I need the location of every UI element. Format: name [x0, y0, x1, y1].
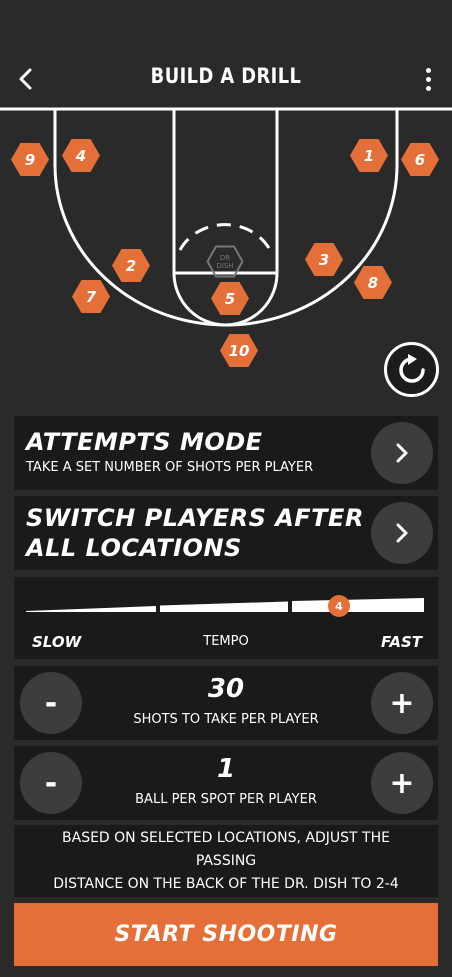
court-spot-10[interactable]: 10 [220, 334, 258, 367]
note-line2: DISTANCE ON THE BACK OF THE DR. DISH TO … [53, 875, 399, 892]
tempo-fast-label: FAST [381, 633, 422, 651]
shots-counter-card: - 30 SHOTS TO TAKE PER PLAYER + [14, 666, 438, 740]
court-spot-9[interactable]: 9 [11, 143, 49, 176]
court-spot-2[interactable]: 2 [112, 249, 150, 282]
attempts-mode-card[interactable]: ATTEMPTS MODE TAKE A SET NUMBER OF SHOTS… [14, 416, 438, 490]
court-spot-5[interactable]: 5 [211, 282, 249, 315]
shots-increment-button[interactable]: + [371, 672, 433, 734]
dr-dish-marker: DR DISH [206, 245, 244, 278]
court-spot-4[interactable]: 4 [62, 139, 100, 172]
spot-number: 5 [224, 289, 236, 308]
header: BUILD A DRILL [0, 50, 452, 108]
court-spot-8[interactable]: 8 [354, 266, 392, 299]
switch-players-next-button[interactable] [371, 502, 433, 564]
court-diagram: DR DISH 9 4 1 6 2 3 7 8 5 10 [0, 105, 452, 405]
spot-number: 1 [363, 146, 375, 165]
court-spot-6[interactable]: 6 [401, 143, 439, 176]
spot-number: 6 [414, 150, 426, 169]
tempo-slider-track[interactable] [26, 597, 426, 615]
dish-label-line1: DR [219, 253, 231, 262]
spot-number: 10 [228, 341, 250, 360]
more-dot-icon [425, 85, 431, 91]
spot-number: 9 [24, 150, 36, 169]
spot-number: 7 [85, 287, 97, 306]
spot-number: 2 [125, 256, 137, 275]
page-title: BUILD A DRILL [150, 64, 302, 88]
chevron-right-icon [396, 443, 408, 463]
more-options-button[interactable] [418, 64, 438, 94]
spot-number: 8 [367, 273, 379, 292]
note-line1: BASED ON SELECTED LOCATIONS, ADJUST THE … [62, 829, 390, 869]
balls-counter-card: - 1 BALL PER SPOT PER PLAYER + [14, 746, 438, 820]
more-dot-icon [425, 67, 431, 73]
switch-players-card[interactable]: SWITCH PLAYERS AFTER ALL LOCATIONS [14, 496, 438, 570]
tempo-label: TEMPO [203, 634, 249, 649]
attempts-mode-title: ATTEMPTS MODE [26, 428, 263, 456]
passing-distance-note: BASED ON SELECTED LOCATIONS, ADJUST THE … [14, 825, 438, 897]
attempts-mode-next-button[interactable] [371, 422, 433, 484]
court-spot-3[interactable]: 3 [305, 243, 343, 276]
chevron-right-icon [396, 523, 408, 543]
reset-button[interactable] [384, 342, 439, 397]
court-spot-7[interactable]: 7 [72, 280, 110, 313]
attempts-mode-subtitle: TAKE A SET NUMBER OF SHOTS PER PLAYER [26, 460, 314, 475]
court-spot-1[interactable]: 1 [350, 139, 388, 172]
more-dot-icon [425, 76, 431, 82]
switch-players-title-line2: ALL LOCATIONS [26, 534, 242, 562]
spot-number: 4 [75, 146, 87, 165]
spot-number: 3 [318, 250, 330, 269]
tempo-card: 4 SLOW TEMPO FAST [14, 577, 438, 659]
balls-increment-button[interactable]: + [371, 752, 433, 814]
dish-label-line2: DISH [216, 261, 234, 270]
tempo-slider-knob[interactable]: 4 [328, 595, 350, 617]
start-shooting-button[interactable]: START SHOOTING [14, 903, 438, 966]
switch-players-title-line1: SWITCH PLAYERS AFTER [26, 504, 364, 532]
refresh-icon [398, 353, 425, 383]
chevron-left-icon [19, 68, 32, 90]
